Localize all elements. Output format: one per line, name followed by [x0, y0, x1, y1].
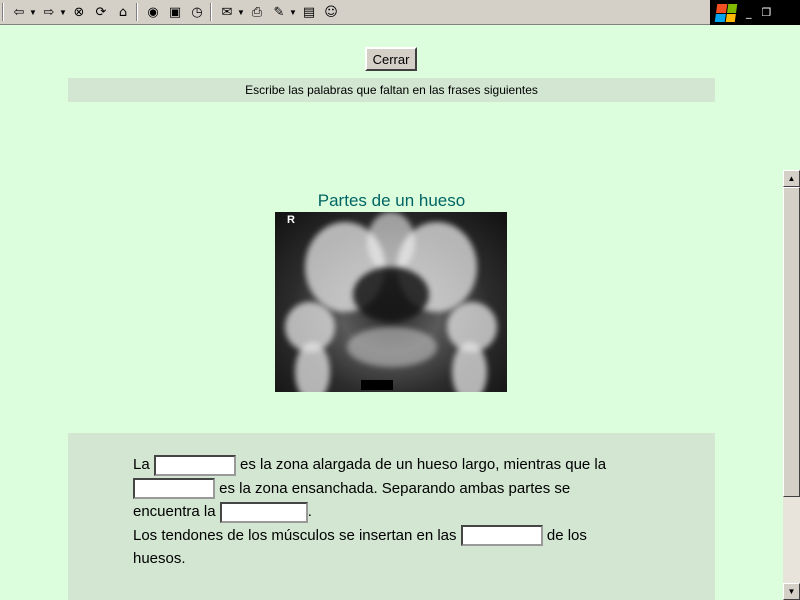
- stop-button[interactable]: ⊗: [69, 2, 89, 22]
- restore-icon[interactable]: ❐: [762, 6, 772, 19]
- instruction-text: Escribe las palabras que faltan en las f…: [245, 83, 538, 97]
- exercise-text: La es la zona alargada de un hueso largo…: [133, 453, 633, 571]
- scroll-thumb[interactable]: [783, 187, 800, 497]
- scroll-up-icon[interactable]: ▲: [783, 170, 800, 187]
- back-dropdown-icon[interactable]: ▼: [29, 8, 37, 17]
- toolbar-separator: [210, 3, 212, 21]
- favorites-icon: ▣: [168, 4, 182, 20]
- stop-icon: ⊗: [73, 4, 85, 20]
- favorites-button[interactable]: ▣: [165, 2, 185, 22]
- fill-in-exercise-panel: La es la zona alargada de un hueso largo…: [68, 433, 715, 600]
- print-button[interactable]: ⎙: [247, 2, 267, 22]
- discuss-button[interactable]: ▤: [299, 2, 319, 22]
- answer-field-4[interactable]: [460, 525, 543, 547]
- refresh-icon: ⟳: [95, 4, 107, 20]
- document-icon: ▤: [302, 4, 316, 20]
- forward-button[interactable]: ⇨: [39, 2, 59, 22]
- answer-field-2[interactable]: [133, 478, 215, 500]
- home-icon: ⌂: [118, 4, 128, 20]
- window-controls: _ ❐: [710, 0, 800, 25]
- mail-button[interactable]: ✉: [217, 2, 237, 22]
- toolbar-separator: [136, 3, 138, 21]
- back-arrow-icon: ⇦: [13, 4, 25, 20]
- printer-icon: ⎙: [251, 4, 263, 20]
- toolbar-separator: [2, 3, 4, 21]
- forward-dropdown-icon[interactable]: ▼: [59, 8, 67, 17]
- pelvis-xray-image: R: [275, 212, 507, 392]
- sentence-fragment: La: [133, 456, 154, 473]
- sentence-fragment: Los tendones de los músculos se insertan…: [133, 526, 461, 544]
- sentence-fragment: es la zona alargada de un hueso largo, m…: [235, 456, 607, 473]
- windows-logo-icon: [714, 3, 738, 22]
- user-icon: ☺: [324, 4, 338, 20]
- back-button[interactable]: ⇦: [9, 2, 29, 22]
- refresh-button[interactable]: ⟳: [91, 2, 111, 22]
- history-button[interactable]: ◷: [187, 2, 207, 22]
- answer-field-1[interactable]: [153, 454, 236, 476]
- xray-side-marker: R: [287, 214, 295, 226]
- mail-dropdown-icon[interactable]: ▼: [237, 8, 245, 17]
- edit-button[interactable]: ✎: [269, 2, 289, 22]
- forward-arrow-icon: ⇨: [43, 4, 55, 20]
- sentence-fragment: .: [307, 503, 312, 520]
- scroll-down-icon[interactable]: ▼: [783, 583, 800, 600]
- search-icon: ◉: [147, 4, 159, 20]
- edit-icon: ✎: [273, 4, 285, 20]
- messenger-button[interactable]: ☺: [321, 2, 341, 22]
- vertical-scrollbar[interactable]: ▲ ▼: [783, 170, 800, 600]
- minimize-icon[interactable]: _: [746, 6, 752, 19]
- history-icon: ◷: [191, 4, 203, 20]
- search-button[interactable]: ◉: [143, 2, 163, 22]
- answer-field-3[interactable]: [219, 501, 308, 523]
- instruction-banner: Escribe las palabras que faltan en las f…: [68, 78, 715, 102]
- edit-dropdown-icon[interactable]: ▼: [289, 8, 297, 17]
- xray-label-bar: [361, 380, 393, 390]
- home-button[interactable]: ⌂: [113, 2, 133, 22]
- browser-toolbar: ⇦ ▼ ⇨ ▼ ⊗ ⟳ ⌂ ◉ ▣ ◷ ✉ ▼ ⎙ ✎ ▼ ▤ ☺ _ ❐: [0, 0, 800, 25]
- page-title: Partes de un hueso: [317, 191, 466, 210]
- mail-icon: ✉: [221, 4, 233, 20]
- close-button[interactable]: Cerrar: [365, 47, 417, 71]
